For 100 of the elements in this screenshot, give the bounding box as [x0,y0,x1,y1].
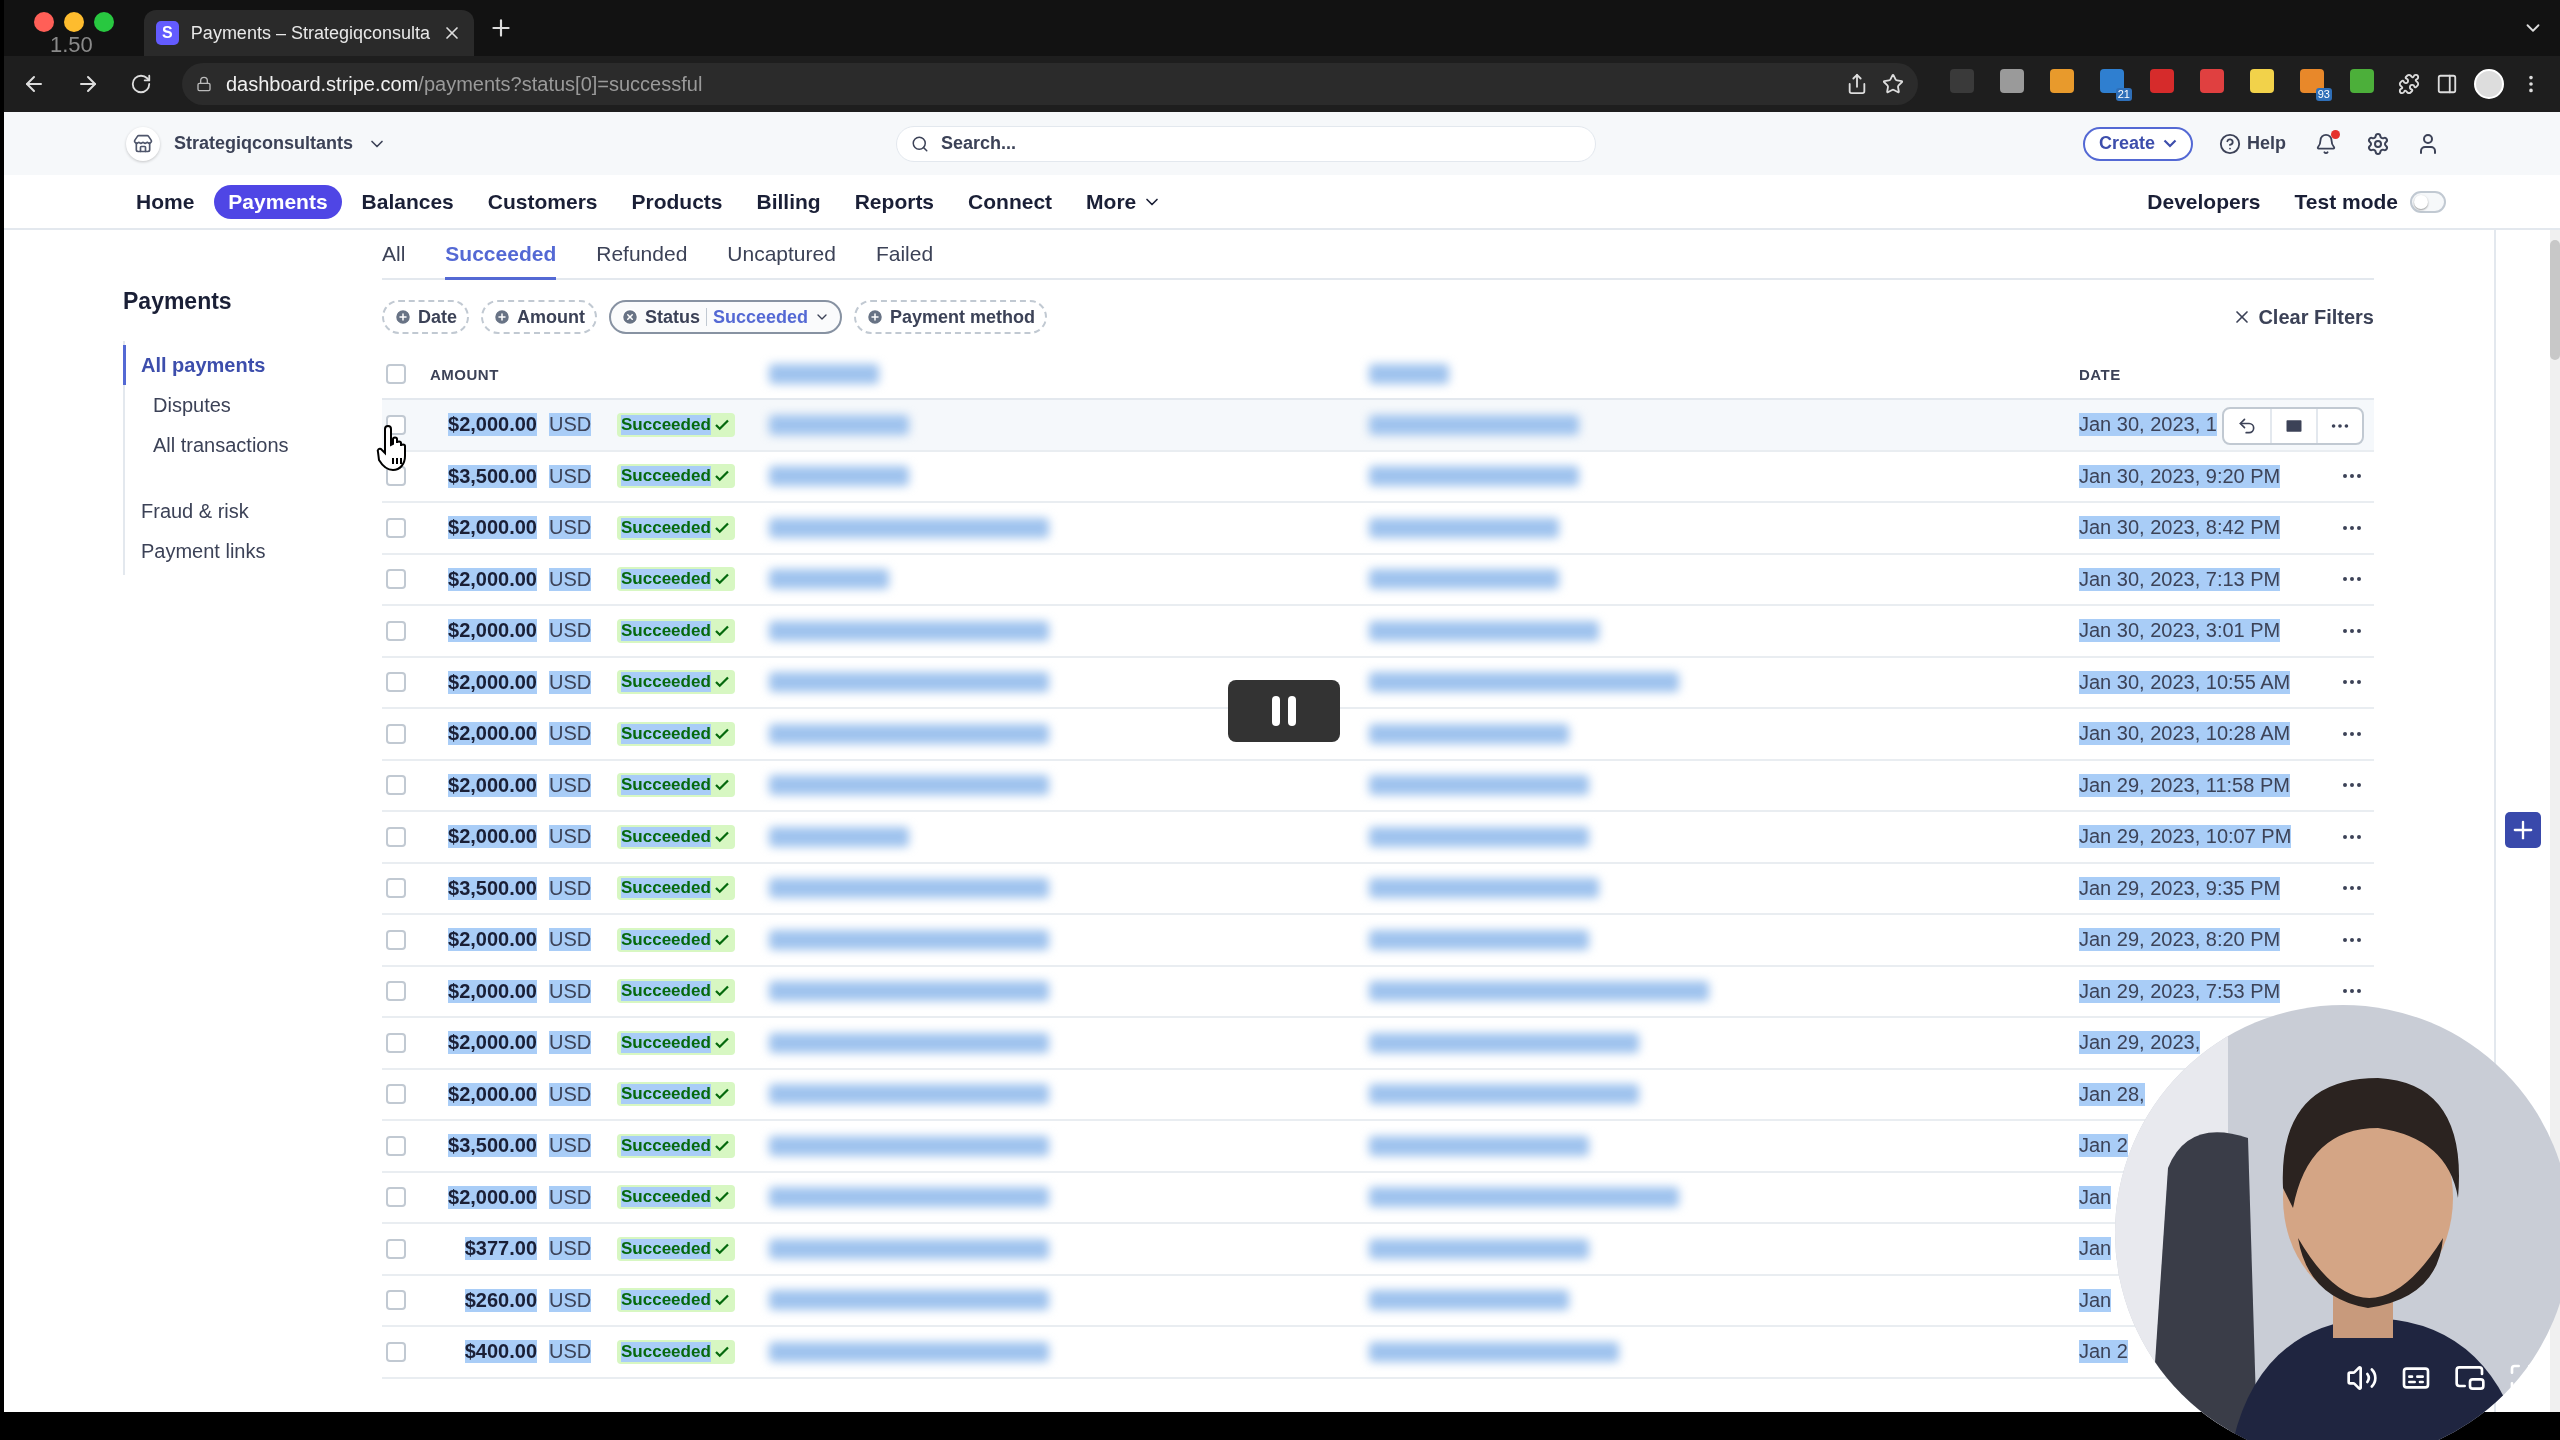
status-badge: Succeeded [617,567,735,592]
date-cell: Jan 2 [2079,1134,2128,1158]
status-badge: Succeeded [617,773,735,798]
amount-cell: $2,000.00 [448,773,537,797]
nav-item[interactable]: Payments [214,184,342,219]
puzzle-icon[interactable] [2398,73,2420,95]
checkbox[interactable] [386,1187,406,1208]
search-bar[interactable]: Search... [896,125,1596,162]
currency-cell: USD [549,1340,592,1364]
nav-item[interactable]: Connect [954,184,1067,219]
checkbox[interactable] [386,1238,406,1259]
status-tab[interactable]: Uncaptured [727,230,836,280]
clear-filters-label: Clear Filters [2258,305,2374,329]
status-badge: Succeeded [617,721,735,746]
amount-cell: $2,000.00 [448,1082,537,1106]
status-badge: Succeeded [617,824,735,849]
settings-icon[interactable] [2366,131,2390,156]
checkbox[interactable] [386,878,406,899]
status-badge: Succeeded [617,412,735,437]
sidebar-item[interactable]: Disputes [123,385,382,425]
minimize-window-icon[interactable] [64,12,84,32]
clear-filters-button[interactable]: Clear Filters [2232,305,2374,329]
row-actions[interactable] [2222,407,2364,445]
pause-button[interactable] [1228,680,1340,742]
status-badge: Succeeded [617,1185,735,1210]
nav-item[interactable]: More [1072,184,1177,219]
help-label: Help [2247,133,2286,154]
nav-item[interactable]: Billing [742,184,835,219]
url-path: /payments?status[0]=successful [418,72,703,96]
amount-cell: $2,000.00 [448,413,537,437]
checkbox[interactable] [386,569,406,590]
checkbox[interactable] [386,364,406,384]
status-tab[interactable]: Succeeded [445,230,557,280]
date-cell: Jan 30, 2023, 3:01 PM [2079,619,2281,643]
store-icon[interactable] [126,126,160,161]
date-cell: Jan 29, 2023, 11:58 PM [2079,773,2290,797]
checkbox[interactable] [386,775,406,796]
test-mode-label: Test mode [2294,189,2398,214]
filter-label: Payment method [890,306,1036,328]
checkbox[interactable] [386,929,406,950]
tab-title: Payments – Strategiqconsulta [190,22,430,44]
date-cell: Jan 29, 2023, 7:53 PM [2079,979,2281,1003]
filter-chip[interactable]: Payment method [854,300,1048,334]
checkbox[interactable] [386,1135,406,1156]
status-badge: Succeeded [617,1236,735,1261]
status-tab[interactable]: Failed [875,230,934,280]
checkbox[interactable] [386,1290,406,1311]
checkbox[interactable] [386,620,406,641]
date-cell: Jan 29, 2023, 9:35 PM [2079,876,2281,900]
status-tab[interactable]: All [382,230,406,280]
status-badge: Succeeded [617,1288,735,1313]
add-circle-icon [493,308,511,326]
date-cell: Jan 28, [2079,1082,2145,1106]
add-button[interactable] [2505,812,2541,848]
filter-chip[interactable]: Date [382,300,469,334]
browser-tab[interactable]: S Payments – Strategiqconsulta [144,10,474,56]
nav-item[interactable]: Reports [840,184,949,219]
checkbox[interactable] [386,1032,406,1053]
create-button[interactable]: Create [2082,126,2193,161]
help-link[interactable]: Help [2219,132,2286,155]
currency-cell: USD [549,1082,592,1106]
checkbox[interactable] [386,826,406,847]
side-panel-icon[interactable] [2436,73,2458,95]
search-field[interactable]: Search... [939,132,1581,155]
test-mode-toggle[interactable] [2410,190,2446,213]
checkbox[interactable] [386,723,406,744]
status-badge: Succeeded [617,1133,735,1158]
reload-icon[interactable] [130,73,152,95]
nav-item[interactable]: Products [617,184,737,219]
nav-item[interactable]: Customers [473,184,612,219]
profile-avatar[interactable] [2474,69,2504,99]
address-bar[interactable]: dashboard.stripe.com/payments?status[0]=successful [182,63,1918,105]
checkbox[interactable] [386,517,406,538]
checkbox[interactable] [386,672,406,693]
amount-cell: $3,500.00 [448,464,537,488]
date-cell: Jan 30, 2023, 10:28 AM [2079,722,2291,746]
status-badge: Succeeded [617,464,735,489]
sidebar-item[interactable]: Fraud & risk [123,491,382,531]
bookmark-star-icon[interactable] [1882,73,1904,95]
currency-cell: USD [549,979,592,1003]
filter-chip[interactable]: Amount [481,300,597,334]
checkbox[interactable] [386,1341,406,1362]
date-cell: Jan 29, 2023, 8:20 PM [2079,928,2281,952]
status-badge: Succeeded [617,1339,735,1364]
nav-item[interactable]: Balances [347,184,468,219]
date-cell: Jan 30, 2023, 9:20 PM [2079,464,2281,488]
checkbox[interactable] [386,1084,406,1105]
close-window-icon[interactable] [34,12,54,32]
maximize-window-icon[interactable] [94,12,114,32]
account-name[interactable]: Strategiqconsultants [174,133,354,154]
share-icon[interactable] [1846,73,1868,95]
sidebar-item[interactable]: All payments [123,345,382,385]
sidebar-item[interactable]: Payment links [123,531,382,571]
developers-link[interactable]: Developers [2147,189,2261,214]
filter-label: Date [418,306,457,328]
nav-item[interactable]: Home [122,184,209,219]
filter-chip[interactable]: Status Succeeded [609,300,843,334]
filter-label: Amount [517,306,585,328]
checkbox[interactable] [386,981,406,1002]
status-tab[interactable]: Refunded [596,230,688,280]
